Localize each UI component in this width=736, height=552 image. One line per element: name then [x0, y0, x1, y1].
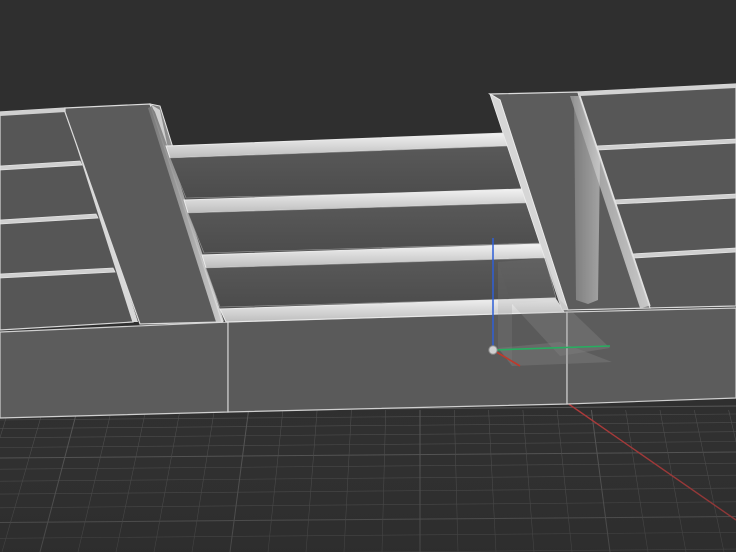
viewport-scene [0, 0, 736, 552]
ground-fade [0, 400, 736, 552]
gizmo-pivot[interactable] [488, 345, 498, 355]
3d-viewport[interactable] [0, 0, 736, 552]
